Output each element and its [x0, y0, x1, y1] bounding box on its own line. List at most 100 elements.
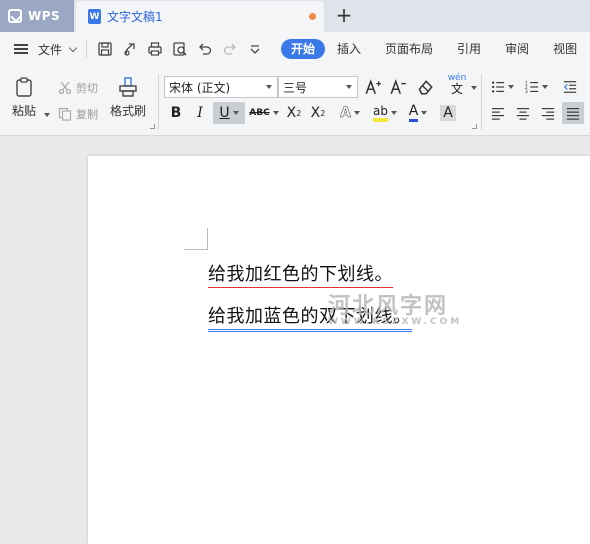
superscript-button[interactable]: X2	[284, 102, 304, 124]
tab-review[interactable]: 审阅	[493, 39, 541, 59]
save-icon[interactable]	[97, 41, 113, 57]
tab-page-layout[interactable]: 页面布局	[373, 39, 445, 59]
title-tab-bar: WPS W 文字文稿1 +	[0, 0, 590, 32]
menu-bar: 文件 开始 插入 页面布局 引用 审阅 视图	[0, 32, 590, 66]
page-margin-marker	[184, 228, 208, 250]
font-color-button[interactable]: A	[404, 102, 432, 124]
print-icon[interactable]	[147, 41, 163, 57]
wps-logo-icon	[8, 9, 22, 23]
bold-button[interactable]: B	[166, 102, 186, 124]
print-preview-icon[interactable]	[172, 41, 188, 57]
customize-toolbar-icon[interactable]	[247, 41, 263, 57]
redo-icon	[223, 43, 236, 55]
numbering-dropdown-icon	[541, 85, 548, 89]
new-tab-plus-icon[interactable]: +	[333, 4, 355, 26]
tab-insert[interactable]: 插入	[325, 39, 373, 59]
align-left-icon	[491, 108, 505, 120]
grow-font-icon	[365, 79, 381, 95]
copy-label: 复制	[76, 108, 98, 121]
paste-dropdown-icon[interactable]	[44, 113, 50, 117]
character-shading-button[interactable]: A	[438, 102, 458, 124]
align-right-icon	[541, 108, 555, 120]
numbering-button[interactable]: 123	[522, 76, 550, 98]
phonetic-guide-icon: 文	[450, 82, 463, 96]
increase-font-size-button[interactable]	[362, 76, 384, 98]
format-painter-label: 格式刷	[110, 104, 147, 118]
document-page[interactable]: 给我加红色的下划线。 给我加蓝色的双下划线。 河北风字网 WWW.KSZXW.C…	[88, 156, 590, 544]
font-size-value: 三号	[283, 80, 308, 95]
cut-label: 剪切	[76, 82, 98, 95]
highlight-dropdown-icon	[390, 111, 397, 115]
highlighter-icon: ab	[373, 104, 388, 122]
paint-brush-icon	[119, 77, 137, 97]
abc-strikethrough-icon: ABC	[249, 108, 270, 118]
align-center-button[interactable]	[513, 102, 533, 124]
scissors-icon	[58, 81, 72, 95]
paste-button[interactable]: 粘贴	[12, 76, 36, 119]
text-effect-dropdown-icon	[353, 111, 360, 115]
app-name: WPS	[28, 9, 61, 23]
italic-button[interactable]: I	[190, 102, 210, 124]
paste-label: 粘贴	[12, 104, 37, 118]
document-canvas[interactable]: 给我加红色的下划线。 给我加蓝色的双下划线。 河北风字网 WWW.KSZXW.C…	[0, 137, 590, 544]
file-menu-button[interactable]: 文件	[0, 41, 86, 58]
chevron-down-icon	[68, 43, 78, 52]
home-ribbon: 粘贴 剪切 复制 格式刷 宋体 (正文) 三号 wén 文 B I U ABC …	[0, 66, 590, 136]
align-right-button[interactable]	[538, 102, 558, 124]
bullets-button[interactable]	[488, 76, 516, 98]
phonetic-dropdown-icon[interactable]	[471, 86, 477, 90]
quick-access-toolbar	[86, 40, 263, 58]
align-left-button[interactable]	[488, 102, 508, 124]
copy-button: 复制	[58, 106, 98, 122]
font-name-combo[interactable]: 宋体 (正文)	[164, 76, 278, 98]
format-painter-button[interactable]: 格式刷	[110, 76, 146, 119]
hamburger-icon	[14, 44, 28, 54]
watermark-main-text: 河北风字网	[328, 294, 449, 319]
align-justify-icon	[566, 108, 580, 120]
font-size-combo[interactable]: 三号	[278, 76, 358, 98]
underline-icon: U	[219, 105, 230, 121]
text-effect-button[interactable]: A	[336, 102, 364, 124]
subscript-button[interactable]: X2	[308, 102, 328, 124]
ribbon-tabs: 开始 插入 页面布局 引用 审阅 视图	[281, 39, 589, 59]
font-name-dropdown-icon	[266, 85, 272, 89]
font-size-dropdown-icon	[346, 85, 352, 89]
underline-button[interactable]: U	[213, 102, 245, 124]
clear-formatting-button[interactable]	[414, 76, 436, 98]
text-effect-icon: A	[340, 105, 351, 122]
underline-dropdown-icon	[232, 111, 239, 115]
eraser-icon	[418, 80, 433, 95]
outdent-icon	[563, 81, 577, 93]
decrease-font-size-button[interactable]	[387, 76, 409, 98]
bullets-dropdown-icon	[507, 85, 514, 89]
font-name-value: 宋体 (正文)	[169, 80, 231, 95]
justify-button[interactable]	[562, 102, 584, 124]
tab-view[interactable]: 视图	[541, 39, 589, 59]
tab-references[interactable]: 引用	[445, 39, 493, 59]
writer-doc-icon: W	[88, 9, 101, 24]
phonetic-guide-button[interactable]: wén 文	[442, 74, 472, 96]
decrease-indent-button[interactable]	[560, 76, 580, 98]
svg-text:3: 3	[525, 89, 528, 94]
strikethrough-button[interactable]: ABC	[249, 102, 279, 124]
clipboard-icon	[16, 77, 32, 97]
undo-icon[interactable]	[197, 41, 213, 57]
paragraph-red-underline[interactable]: 给我加红色的下划线。	[208, 260, 393, 288]
site-watermark: 河北风字网 WWW.KSZXW.COM	[328, 288, 462, 327]
document-tab[interactable]: W 文字文稿1	[76, 1, 324, 32]
highlight-button[interactable]: ab	[370, 102, 400, 124]
ribbon-separator	[158, 74, 159, 130]
align-center-icon	[516, 108, 530, 120]
numbered-list-icon: 123	[525, 80, 538, 94]
export-pdf-icon[interactable]	[122, 41, 138, 57]
font-group-launcher[interactable]	[472, 124, 477, 129]
shrink-font-icon	[390, 79, 406, 95]
ribbon-separator	[481, 74, 482, 130]
font-color-icon: A	[408, 104, 419, 122]
clipboard-group-launcher[interactable]	[150, 124, 155, 129]
bulleted-list-icon	[491, 81, 504, 93]
tab-home[interactable]: 开始	[281, 39, 326, 59]
wps-home-tab[interactable]: WPS	[0, 0, 74, 32]
cut-button: 剪切	[58, 80, 98, 96]
file-menu-label: 文件	[38, 42, 63, 57]
